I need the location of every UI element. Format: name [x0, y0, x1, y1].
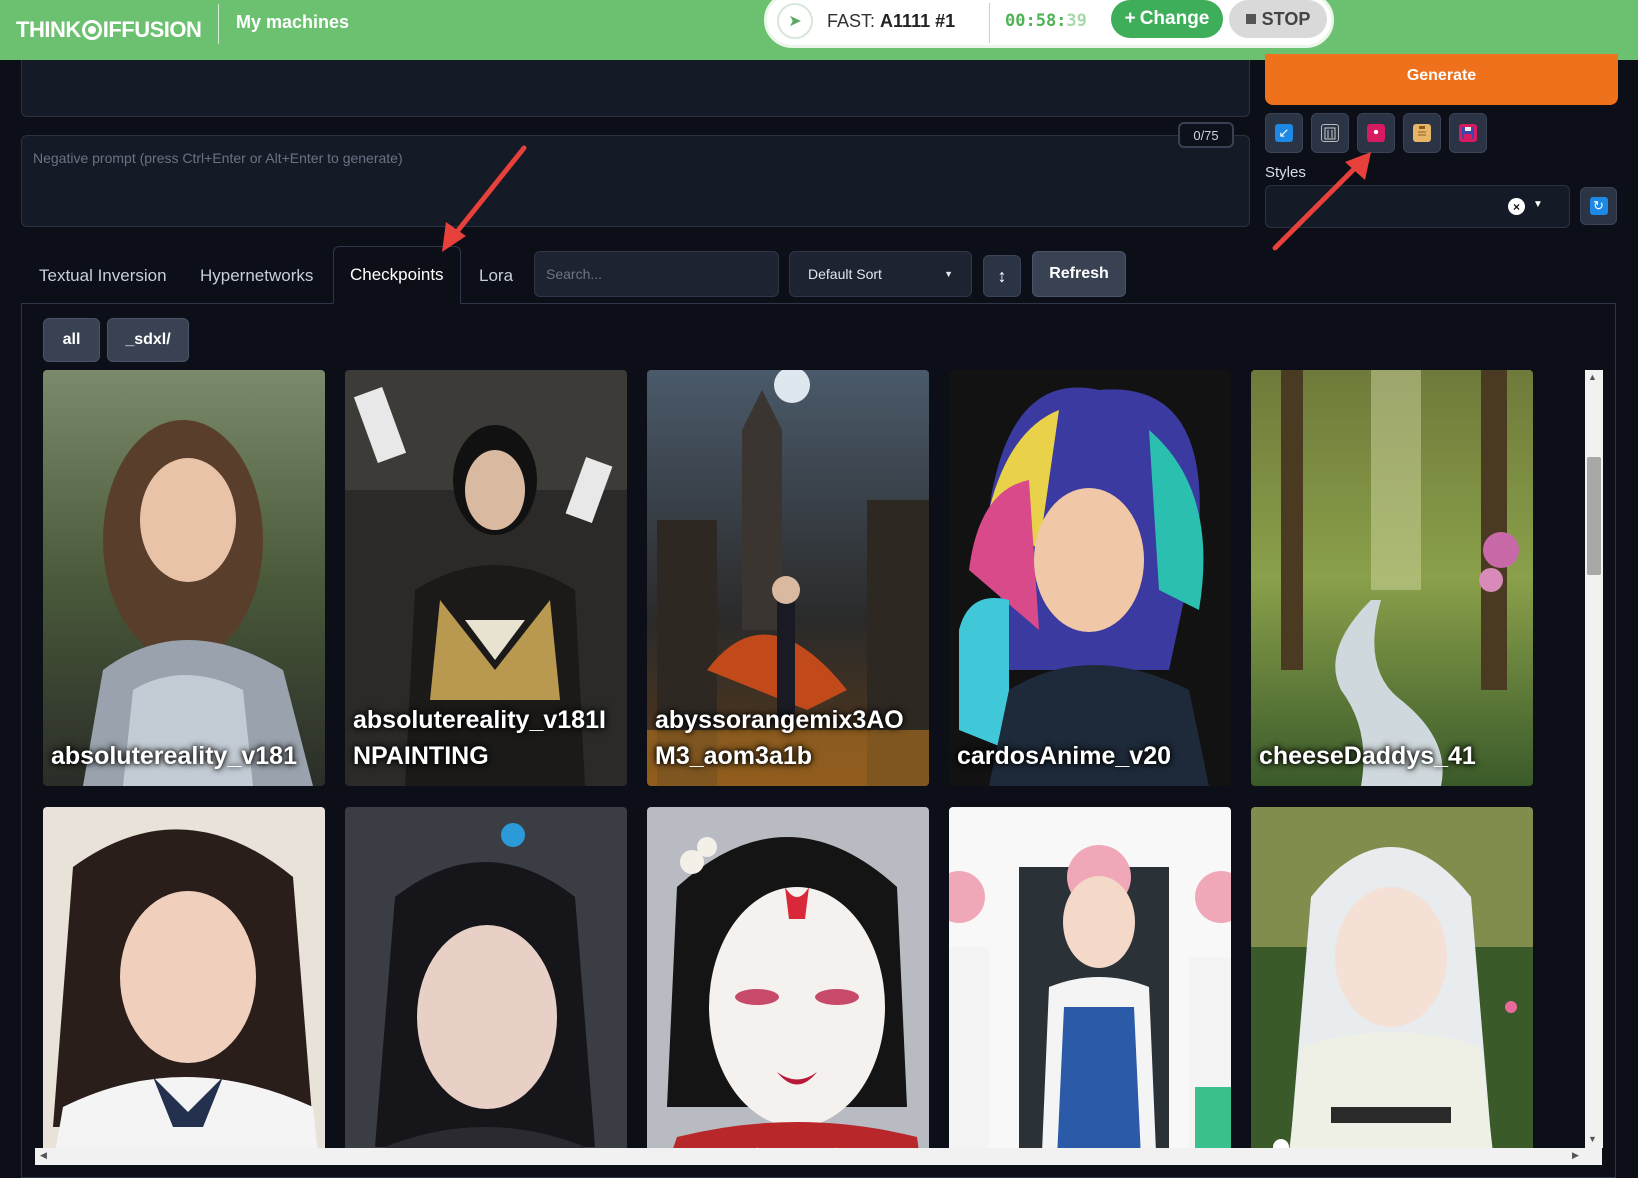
paste-params-button[interactable]: ↙	[1265, 113, 1303, 153]
card-cardosanime[interactable]: cardosAnime_v20	[949, 370, 1231, 786]
token-counter: 0/75	[1178, 122, 1234, 148]
chevron-down-icon[interactable]: ▼	[1533, 199, 1543, 210]
sort-dropdown[interactable]: Default Sort ▼	[789, 251, 972, 297]
change-button[interactable]: + Change	[1111, 0, 1223, 38]
stop-button[interactable]: STOP	[1229, 0, 1327, 38]
vertical-scrollbar-thumb[interactable]	[1587, 457, 1601, 575]
card-label: cheeseDaddys_41	[1259, 742, 1476, 770]
card-grid: absolutereality_v181 absolutereality_v18…	[43, 370, 1583, 1148]
card-thumbnail	[43, 807, 325, 1148]
arrowhead-extra-networks	[1345, 152, 1371, 180]
my-machines-link[interactable]: My machines	[236, 12, 349, 33]
logo-text-left: THINK	[16, 17, 81, 42]
change-label: Change	[1139, 8, 1210, 29]
card-label: abyssorangemix3AOM3_aom3a1b	[655, 706, 904, 770]
horizontal-scrollbar[interactable]	[35, 1148, 1602, 1165]
show-extra-networks-button[interactable]	[1357, 113, 1395, 153]
tab-textual-inversion[interactable]: Textual Inversion	[39, 254, 167, 298]
session-pill: ➤ FAST: A1111 #1 00:58:39 + Change STOP	[764, 0, 1334, 48]
card-row2-1[interactable]	[43, 807, 325, 1148]
card-abyssorangemix[interactable]: abyssorangemix3AOM3_aom3a1b	[647, 370, 929, 786]
clipboard-icon	[1413, 124, 1431, 142]
card-thumbnail	[345, 807, 627, 1148]
card-row2-4[interactable]	[949, 807, 1231, 1148]
generate-button[interactable]: Generate	[1265, 54, 1618, 105]
clear-icon[interactable]: ×	[1508, 198, 1525, 215]
arrow-diagonal-icon: ↙	[1275, 124, 1293, 142]
extra-networks-icon	[1367, 124, 1385, 142]
card-label: cardosAnime_v20	[957, 742, 1172, 770]
scroll-left-icon[interactable]: ◀	[40, 1150, 47, 1161]
fast-label: FAST:	[827, 11, 876, 31]
card-thumbnail	[43, 370, 325, 786]
session-timer: 00:58:39	[1005, 11, 1087, 31]
stop-label: STOP	[1261, 8, 1311, 29]
sort-label: Default Sort	[808, 266, 882, 282]
session-divider	[989, 3, 990, 43]
machine-name: A1111 #1	[880, 11, 956, 31]
tab-checkpoints[interactable]: Checkpoints	[333, 246, 461, 304]
refresh-icon: ↻	[1589, 197, 1608, 215]
machine-info: FAST: A1111 #1	[827, 11, 955, 32]
positive-prompt-input[interactable]	[21, 60, 1250, 117]
stop-icon	[1245, 14, 1256, 24]
card-row2-3[interactable]	[647, 807, 929, 1148]
clear-prompt-button[interactable]	[1311, 113, 1349, 153]
scroll-down-icon[interactable]: ▼	[1588, 1134, 1597, 1144]
scroll-right-icon[interactable]: ▶	[1572, 1150, 1579, 1161]
negative-prompt-input[interactable]: Negative prompt (press Ctrl+Enter or Alt…	[21, 135, 1250, 227]
thinkdiffusion-logo[interactable]: THINK IFFUSION	[16, 10, 202, 50]
logo-ring-icon	[81, 20, 102, 40]
trash-icon	[1321, 124, 1339, 142]
up-down-arrow-icon: ↕	[997, 265, 1007, 286]
sort-direction-button[interactable]: ↕	[983, 255, 1021, 297]
scroll-up-icon[interactable]: ▲	[1588, 372, 1597, 382]
floppy-disk-icon	[1459, 124, 1477, 142]
card-thumbnail	[647, 807, 929, 1148]
logo-text-right: IFFUSION	[102, 17, 202, 42]
rocket-icon: ➤	[777, 3, 813, 39]
card-row2-2[interactable]	[345, 807, 627, 1148]
caret-down-icon: ▼	[944, 269, 953, 279]
filter-all-button[interactable]: all	[43, 318, 100, 362]
timer-main: 00:58:	[1005, 11, 1067, 31]
card-absolutereality-inpainting[interactable]: absolutereality_v181INPAINTING	[345, 370, 627, 786]
search-input[interactable]: Search...	[534, 251, 779, 297]
topbar-divider	[218, 4, 219, 44]
save-style-button[interactable]	[1449, 113, 1487, 153]
refresh-styles-button[interactable]: ↻	[1580, 187, 1617, 225]
tab-hypernetworks[interactable]: Hypernetworks	[200, 254, 313, 298]
apply-styles-button[interactable]	[1403, 113, 1441, 153]
filter-sdxl-button[interactable]: _sdxl/	[107, 318, 189, 362]
top-bar: THINK IFFUSION My machines ➤ FAST: A1111…	[0, 0, 1638, 60]
plus-icon: +	[1124, 8, 1136, 29]
refresh-button[interactable]: Refresh	[1032, 251, 1126, 297]
timer-seconds: 39	[1066, 11, 1087, 31]
card-thumbnail	[949, 370, 1231, 786]
negative-prompt-placeholder: Negative prompt (press Ctrl+Enter or Alt…	[33, 150, 403, 166]
card-row2-5[interactable]	[1251, 807, 1533, 1148]
card-label: absolutereality_v181INPAINTING	[353, 706, 606, 770]
card-absolutereality[interactable]: absolutereality_v181	[43, 370, 325, 786]
styles-label: Styles	[1265, 164, 1306, 181]
tab-lora[interactable]: Lora	[479, 254, 513, 298]
card-cheesedaddys[interactable]: cheeseDaddys_41	[1251, 370, 1533, 786]
card-thumbnail	[949, 807, 1231, 1148]
card-thumbnail	[1251, 370, 1533, 786]
card-thumbnail	[1251, 807, 1533, 1148]
card-label: absolutereality_v181	[51, 742, 297, 770]
